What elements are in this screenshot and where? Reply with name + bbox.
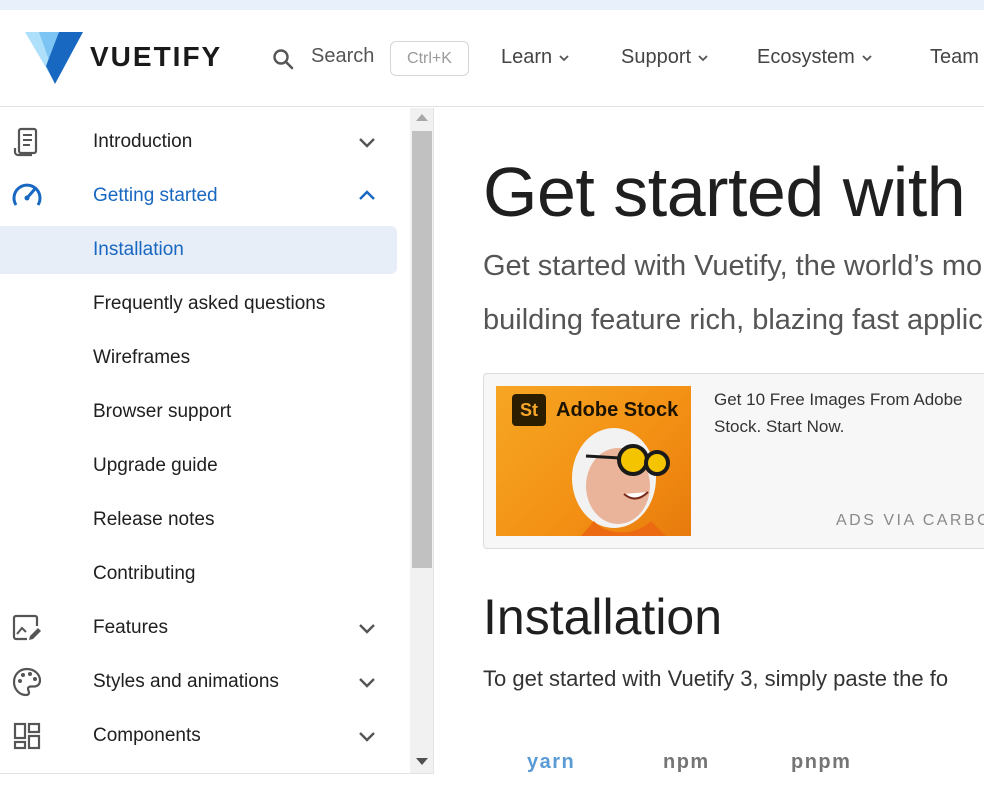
scrollbar-thumb[interactable]: [412, 131, 432, 568]
section-title: Installation: [483, 589, 723, 645]
chevron-down-icon[interactable]: [356, 725, 378, 747]
sidebar-item-getting-started[interactable]: Getting started: [0, 172, 397, 220]
sidebar-item-label: Installation: [93, 239, 184, 260]
section-text: To get started with Vuetify 3, simply pa…: [483, 666, 949, 691]
chevron-down-icon: [698, 54, 708, 61]
sidebar-item-label: Introduction: [93, 131, 193, 152]
nav-team-label: Team: [930, 46, 979, 68]
nav-learn[interactable]: Learn: [501, 46, 570, 69]
scroll-down-arrow-icon[interactable]: [416, 758, 428, 765]
palette-icon: [10, 665, 44, 699]
scroll-up-arrow-icon[interactable]: [416, 114, 428, 121]
tab-pnpm[interactable]: pnpm: [791, 751, 851, 774]
sidebar-item-label: Frequently asked questions: [93, 293, 326, 314]
chevron-down-icon[interactable]: [356, 671, 378, 693]
app-bar: VUETIFY Search Ctrl+K Learn Support Ecos…: [0, 10, 984, 107]
sidebar-divider: [0, 773, 434, 774]
speedometer-icon: [10, 179, 44, 213]
ad-text[interactable]: Get 10 Free Images From Adobe Stock. Sta…: [714, 386, 984, 440]
sidebar-item-label: Styles and animations: [93, 671, 279, 692]
sidebar-item-components[interactable]: Components: [0, 712, 397, 760]
search-icon[interactable]: [272, 48, 294, 70]
sidebar-item-introduction[interactable]: Introduction: [0, 118, 397, 166]
chevron-down-icon[interactable]: [356, 617, 378, 639]
page-lead-line-1: Get started with Vuetify, the world’s mo: [483, 250, 983, 282]
sidebar-scrollbar[interactable]: [410, 108, 434, 774]
scroll-text-icon: [10, 125, 44, 159]
sidebar-item-browser-support[interactable]: Browser support: [0, 388, 397, 436]
sidebar-item-label: Wireframes: [93, 347, 191, 368]
search-label[interactable]: Search: [311, 45, 374, 68]
sidebar-item-label: Contributing: [93, 563, 196, 584]
ad-attribution[interactable]: ADS VIA CARBO: [836, 512, 984, 530]
chevron-up-icon[interactable]: [356, 185, 378, 207]
sidebar-item-styles-and-animations[interactable]: Styles and animations: [0, 658, 397, 706]
sidebar-item-label: Browser support: [93, 401, 232, 422]
search-shortcut-badge: Ctrl+K: [390, 41, 469, 76]
chevron-down-icon: [862, 54, 872, 61]
tab-npm[interactable]: npm: [663, 751, 710, 774]
sidebar-item-release-notes[interactable]: Release notes: [0, 496, 397, 544]
main-content: Get started with Get started with Vuetif…: [435, 108, 984, 786]
tab-yarn[interactable]: yarn: [527, 751, 575, 774]
sidebar-item-contributing[interactable]: Contributing: [0, 550, 397, 598]
sidebar-item-features[interactable]: Features: [0, 604, 397, 652]
page-lead-line-2: building feature rich, blazing fast appl…: [483, 304, 983, 336]
sidebar-item-faq[interactable]: Frequently asked questions: [0, 280, 397, 328]
sidebar-item-label: Upgrade guide: [93, 455, 218, 476]
sidebar-item-installation[interactable]: Installation: [0, 226, 397, 274]
vuetify-logo-icon[interactable]: [25, 32, 85, 84]
chevron-down-icon[interactable]: [356, 131, 378, 153]
sidebar: Introduction Getting started Installatio…: [0, 108, 410, 774]
view-dashboard-icon: [10, 719, 44, 753]
nav-ecosystem[interactable]: Ecosystem: [757, 46, 873, 69]
page-title: Get started with: [483, 153, 966, 231]
nav-support-label: Support: [621, 46, 692, 68]
chevron-down-icon: [559, 54, 569, 61]
sidebar-item-label: Getting started: [93, 185, 218, 206]
sidebar-item-label: Features: [93, 617, 168, 638]
nav-team[interactable]: Team: [930, 46, 979, 69]
sidebar-item-label: Release notes: [93, 509, 215, 530]
sidebar-item-upgrade-guide[interactable]: Upgrade guide: [0, 442, 397, 490]
image-edit-icon: [10, 611, 44, 645]
nav-support[interactable]: Support: [621, 46, 709, 69]
sidebar-item-wireframes[interactable]: Wireframes: [0, 334, 397, 382]
carbon-ad[interactable]: St Adobe Stock Get 10 Free Images From A…: [483, 373, 984, 549]
nav-learn-label: Learn: [501, 46, 553, 68]
brand-name[interactable]: VUETIFY: [90, 41, 222, 73]
sidebar-item-label: Components: [93, 725, 201, 746]
ad-brand: Adobe Stock: [556, 399, 679, 421]
nav-ecosystem-label: Ecosystem: [757, 46, 855, 68]
adobe-stock-badge: St: [512, 394, 546, 426]
ad-image[interactable]: St Adobe Stock: [496, 386, 691, 536]
top-strip: [0, 0, 984, 10]
